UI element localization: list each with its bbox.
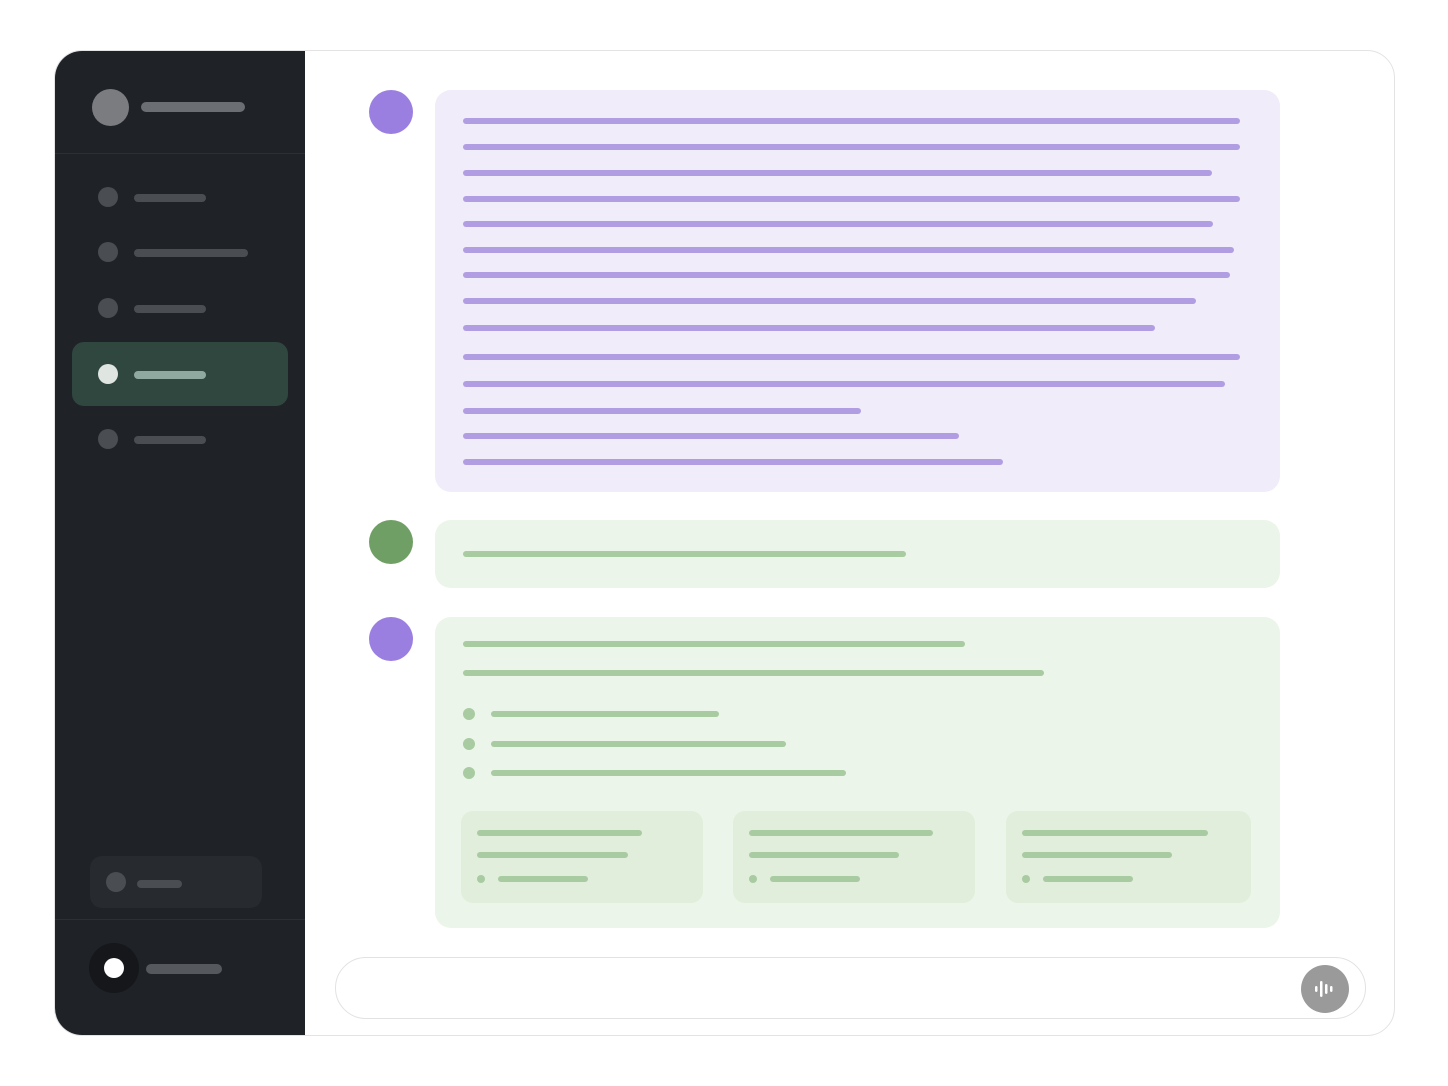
text-line	[463, 641, 965, 647]
result-card-1[interactable]	[461, 811, 703, 903]
list-bullet	[463, 767, 475, 779]
chat-app-window	[54, 50, 1395, 1036]
message-input[interactable]	[335, 957, 1366, 1019]
sidebar-item-2[interactable]	[72, 220, 288, 284]
list-item-line	[491, 711, 719, 717]
list-item-line	[491, 770, 846, 776]
sidebar-item-icon	[98, 364, 118, 384]
card-line	[477, 852, 628, 858]
assistant-avatar	[369, 90, 413, 134]
sidebar-item-4-active[interactable]	[72, 342, 288, 406]
voice-waveform-icon	[1315, 981, 1333, 997]
assistant-message-bubble	[435, 90, 1280, 492]
text-line	[463, 408, 861, 414]
user-message-bubble	[435, 520, 1280, 588]
sidebar-settings-chip[interactable]	[90, 856, 262, 908]
sidebar-header	[55, 51, 305, 154]
user-avatar-dot	[104, 958, 124, 978]
card-line	[770, 876, 860, 882]
card-dot	[1022, 875, 1030, 883]
sidebar	[55, 51, 305, 1035]
text-line	[463, 272, 1230, 278]
card-line	[1022, 830, 1208, 836]
text-line	[463, 459, 1003, 465]
list-bullet	[463, 738, 475, 750]
sidebar-item-icon	[98, 298, 118, 318]
text-line	[463, 433, 959, 439]
text-line	[463, 196, 1240, 202]
user-name-placeholder	[146, 964, 222, 974]
settings-icon	[106, 872, 126, 892]
text-line	[463, 354, 1240, 360]
list-item-line	[491, 741, 786, 747]
text-line	[463, 247, 1234, 253]
result-card-2[interactable]	[733, 811, 975, 903]
user-avatar[interactable]	[89, 943, 139, 993]
text-line	[463, 118, 1240, 124]
user-message-avatar	[369, 520, 413, 564]
card-line	[1022, 852, 1172, 858]
settings-label-placeholder	[137, 880, 182, 888]
workspace-avatar[interactable]	[92, 89, 129, 126]
card-line	[749, 830, 933, 836]
text-line	[463, 298, 1196, 304]
card-line	[477, 830, 642, 836]
sidebar-item-label-placeholder	[134, 249, 248, 257]
sidebar-item-label-placeholder	[134, 194, 206, 202]
sidebar-item-label-placeholder	[134, 305, 206, 313]
sidebar-item-3[interactable]	[72, 276, 288, 340]
card-dot	[477, 875, 485, 883]
sidebar-item-5[interactable]	[72, 407, 288, 471]
text-line	[463, 551, 906, 557]
text-line	[463, 325, 1155, 331]
sidebar-item-label-placeholder	[134, 371, 206, 379]
sidebar-item-icon	[98, 242, 118, 262]
sidebar-item-icon	[98, 429, 118, 449]
sidebar-footer	[55, 919, 305, 1035]
card-line	[749, 852, 899, 858]
text-line	[463, 170, 1212, 176]
card-line	[1043, 876, 1133, 882]
card-line	[498, 876, 588, 882]
assistant-avatar	[369, 617, 413, 661]
text-line	[463, 670, 1044, 676]
voice-input-button[interactable]	[1301, 965, 1349, 1013]
card-dot	[749, 875, 757, 883]
workspace-name-placeholder	[141, 102, 245, 112]
text-line	[463, 144, 1240, 150]
text-line	[463, 381, 1225, 387]
list-bullet	[463, 708, 475, 720]
assistant-message-bubble-rich	[435, 617, 1280, 928]
sidebar-item-label-placeholder	[134, 436, 206, 444]
sidebar-item-icon	[98, 187, 118, 207]
text-line	[463, 221, 1213, 227]
result-card-3[interactable]	[1006, 811, 1251, 903]
